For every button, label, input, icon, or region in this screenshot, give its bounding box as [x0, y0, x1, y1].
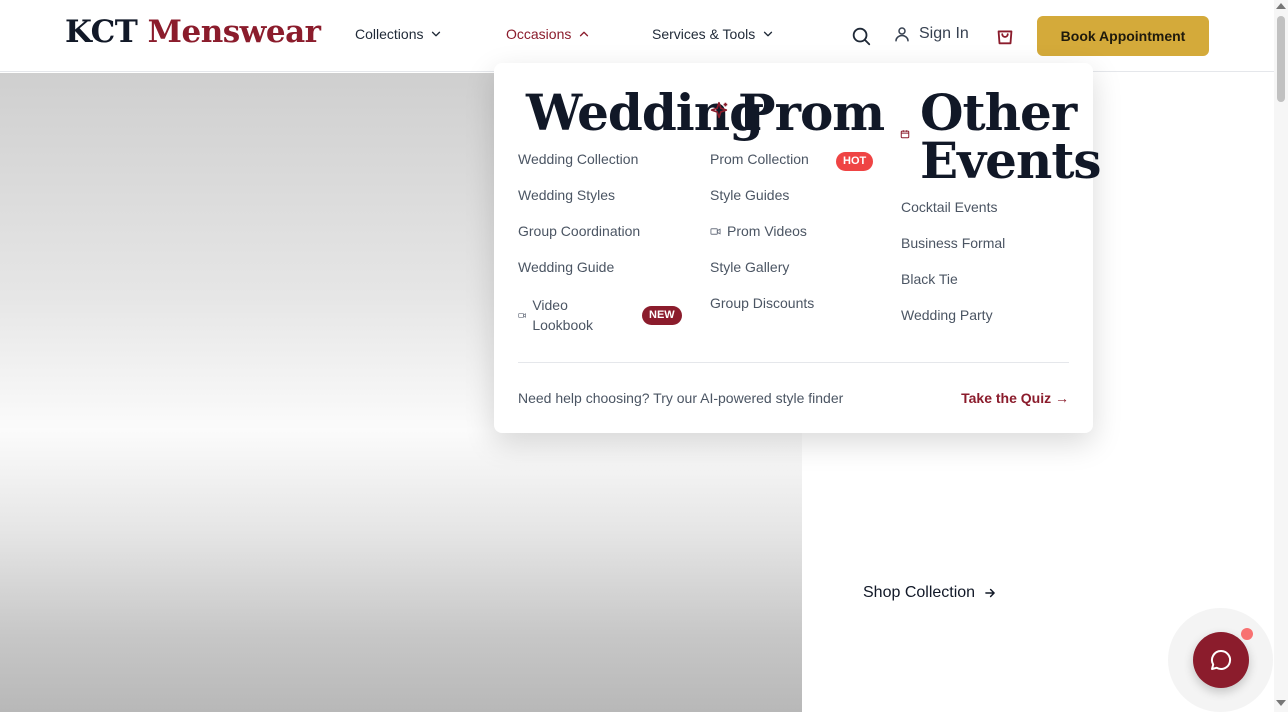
scroll-up-arrow[interactable] [1276, 3, 1286, 9]
link-label: Style Guides [710, 187, 790, 203]
shopping-bag-icon[interactable] [994, 25, 1016, 47]
logo-kct: KCT [65, 14, 138, 50]
book-appointment-button[interactable]: Book Appointment [1037, 16, 1209, 56]
link-label: Black Tie [901, 271, 958, 287]
link-label: Style Gallery [710, 259, 790, 275]
nav-occasions-label: Occasions [506, 26, 572, 42]
link-video-lookbook[interactable]: Video Lookbook [518, 295, 608, 335]
take-quiz-link[interactable]: Take the Quiz → [961, 390, 1069, 406]
nav-services-tools[interactable]: Services & Tools [652, 26, 775, 42]
help-text: Need help choosing? Try our AI-powered s… [518, 390, 844, 406]
scrollbar-track[interactable] [1274, 0, 1288, 712]
other-events-heading: Other Events [920, 83, 1102, 190]
other-events-line2: Events [920, 131, 1102, 190]
hot-badge: HOT [836, 152, 874, 171]
notification-dot [1241, 628, 1253, 640]
nav-collections[interactable]: Collections [355, 26, 443, 42]
video-icon [710, 227, 721, 235]
chat-bubble-icon [1211, 649, 1232, 670]
link-wedding-guide[interactable]: Wedding Guide [518, 259, 614, 275]
link-label: Group Discounts [710, 295, 815, 311]
chevron-up-icon [580, 31, 589, 37]
logo-menswear: Menswear [147, 14, 321, 50]
link-wedding-styles[interactable]: Wedding Styles [518, 187, 615, 203]
link-prom-collection[interactable]: Prom Collection [710, 151, 809, 167]
chevron-down-icon [432, 31, 441, 37]
shop-collection-link[interactable]: Shop Collection [863, 584, 997, 602]
scroll-down-arrow[interactable] [1276, 700, 1286, 706]
link-group-discounts[interactable]: Group Discounts [710, 295, 814, 311]
link-label: Wedding Styles [518, 187, 616, 203]
chevron-down-icon [764, 31, 773, 37]
link-wedding-collection[interactable]: Wedding Collection [518, 151, 638, 167]
site-header: KCT Menswear Collections Occasions Servi… [0, 0, 1274, 72]
link-business-formal[interactable]: Business Formal [901, 235, 1005, 251]
link-label: Group Coordination [518, 223, 641, 239]
nav-occasions[interactable]: Occasions [506, 26, 591, 42]
user-icon [895, 27, 909, 42]
link-prom-videos[interactable]: Prom Videos [710, 223, 807, 239]
nav-collections-label: Collections [355, 26, 424, 42]
occasions-dropdown: Wedding Wedding Collection Wedding Style… [494, 63, 1102, 433]
calendar-icon [900, 130, 910, 139]
link-style-guides[interactable]: Style Guides [710, 187, 789, 203]
sign-in-label: Sign In [919, 25, 969, 42]
scrollbar-thumb[interactable] [1277, 16, 1285, 102]
search-icon[interactable] [850, 25, 872, 47]
chat-button[interactable] [1193, 632, 1249, 688]
link-label: Wedding Guide [518, 259, 615, 275]
arrow-right-icon [985, 588, 995, 598]
logo[interactable]: KCT Menswear [65, 14, 321, 50]
prom-heading: Prom [738, 83, 885, 142]
link-label: Wedding Collection [518, 151, 639, 167]
link-label: Video Lookbook [532, 297, 594, 333]
video-icon [518, 312, 526, 318]
sign-in-button[interactable]: Sign In [893, 25, 969, 43]
new-badge: NEW [642, 306, 682, 325]
link-black-tie[interactable]: Black Tie [901, 271, 958, 287]
sparkles-icon [710, 101, 728, 119]
link-group-coordination[interactable]: Group Coordination [518, 223, 640, 239]
link-label: Prom Collection [710, 151, 809, 167]
page: Shop Collection KCT Menswear Collections… [0, 0, 1288, 712]
book-appointment-label: Book Appointment [1060, 28, 1186, 44]
link-label: Prom Videos [727, 223, 807, 239]
shop-collection-label: Shop Collection [863, 584, 976, 601]
dropdown-divider [518, 362, 1069, 363]
link-label: Wedding Party [901, 307, 993, 323]
other-events-line1: Other [920, 83, 1077, 142]
link-cocktail-events[interactable]: Cocktail Events [901, 199, 997, 215]
link-wedding-party[interactable]: Wedding Party [901, 307, 993, 323]
link-style-gallery[interactable]: Style Gallery [710, 259, 789, 275]
link-label: Cocktail Events [901, 199, 998, 215]
nav-services-label: Services & Tools [652, 26, 756, 42]
link-label: Business Formal [901, 235, 1006, 251]
